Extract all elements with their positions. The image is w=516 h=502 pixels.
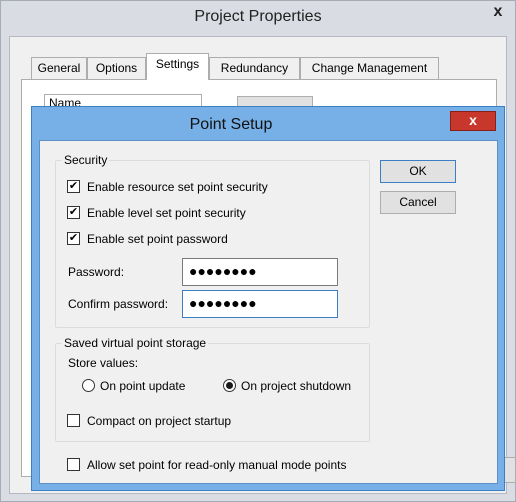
on-project-shutdown-radio[interactable] (223, 379, 236, 392)
level-security-label: Enable level set point security (87, 206, 246, 220)
cancel-button[interactable]: Cancel (380, 191, 456, 214)
tab-settings[interactable]: Settings (146, 53, 209, 80)
confirm-password-field[interactable]: ●●●●●●●● (182, 290, 338, 318)
confirm-password-label: Confirm password: (68, 297, 169, 311)
store-values-label: Store values: (68, 356, 139, 370)
tab-redundancy[interactable]: Redundancy (209, 57, 300, 79)
setpoint-password-label: Enable set point password (87, 232, 228, 246)
security-legend: Security (62, 153, 110, 167)
resource-security-checkbox[interactable]: ✔ (67, 180, 80, 193)
resource-security-label: Enable resource set point security (87, 180, 268, 194)
on-project-shutdown-label: On project shutdown (241, 379, 352, 393)
storage-legend: Saved virtual point storage (62, 336, 209, 350)
tab-general[interactable]: General (31, 57, 87, 79)
allow-readonly-checkbox[interactable] (67, 458, 80, 471)
compact-startup-checkbox[interactable] (67, 414, 80, 427)
setpoint-password-checkbox[interactable]: ✔ (67, 232, 80, 245)
compact-startup-label: Compact on project startup (87, 414, 232, 428)
point-setup-title: Point Setup (189, 116, 273, 133)
ok-button[interactable]: OK (380, 160, 456, 183)
on-point-update-radio[interactable] (82, 379, 95, 392)
dialog-close-button[interactable]: x (450, 111, 496, 131)
password-label: Password: (68, 265, 125, 279)
password-field[interactable]: ●●●●●●●● (182, 258, 338, 286)
level-security-checkbox[interactable]: ✔ (67, 206, 80, 219)
radio-selected-dot (226, 382, 233, 389)
allow-readonly-label: Allow set point for read-only manual mod… (87, 458, 347, 472)
project-properties-title: Project Properties (194, 8, 322, 25)
on-point-update-label: On point update (100, 379, 186, 393)
tab-options[interactable]: Options (87, 57, 146, 79)
tab-change-management[interactable]: Change Management (300, 57, 439, 79)
outer-close-button[interactable]: x (482, 1, 514, 25)
